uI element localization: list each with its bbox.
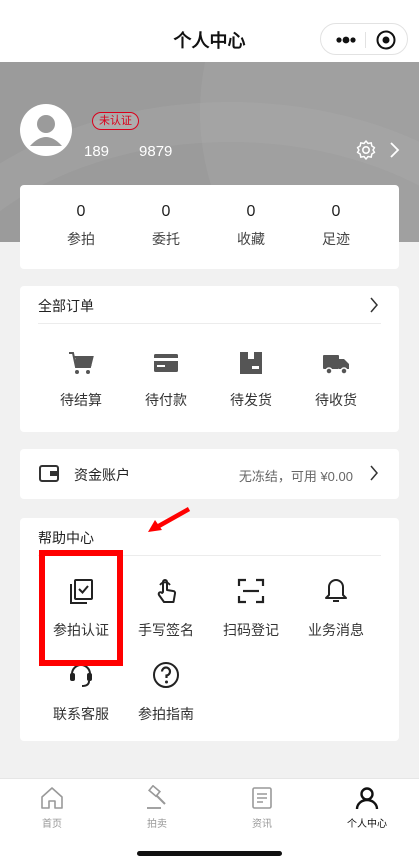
close-target-icon[interactable]	[375, 29, 397, 51]
tab-label: 首页	[42, 819, 62, 830]
order-label: 待收货	[315, 392, 357, 408]
order-pending-settlement[interactable]: 待结算	[41, 348, 121, 410]
order-label: 待发货	[230, 392, 272, 408]
order-label: 待付款	[145, 392, 187, 408]
help-item-bid-guide[interactable]: 参拍指南	[123, 660, 209, 724]
settings-gear-icon[interactable]	[355, 139, 377, 161]
stat-entrust[interactable]: 0 委托	[126, 203, 206, 249]
chevron-right-icon[interactable]	[388, 141, 400, 159]
help-item-label: 业务消息	[308, 622, 364, 638]
stat-value: 0	[76, 203, 86, 220]
stat-value: 0	[161, 203, 171, 220]
stat-label: 足迹	[322, 231, 350, 247]
help-item-customer-service[interactable]: 联系客服	[38, 660, 124, 724]
order-label: 待结算	[60, 392, 102, 408]
fund-account-row[interactable]: 资金账户 无冻结，可用 ¥0.00	[20, 449, 399, 499]
phone-number: 189 9879	[84, 143, 173, 160]
order-pending-shipment[interactable]: 待发货	[211, 348, 291, 410]
cart-icon	[69, 352, 94, 374]
help-item-business-messages[interactable]: 业务消息	[293, 576, 379, 640]
hand-sign-icon	[157, 579, 177, 603]
package-icon	[240, 352, 262, 374]
help-item-handwritten-signature[interactable]: 手写签名	[123, 576, 209, 640]
chevron-right-icon[interactable]	[369, 296, 379, 314]
annotation-highlight-box	[39, 550, 123, 666]
help-item-scan-register[interactable]: 扫码登记	[208, 576, 294, 640]
help-center-title: 帮助中心	[38, 530, 94, 546]
question-icon	[153, 662, 179, 688]
home-icon	[41, 787, 63, 809]
divider	[38, 323, 381, 324]
navigation-bar: 个人中心	[0, 0, 419, 62]
tab-profile[interactable]: 个人中心	[315, 785, 419, 830]
stat-label: 委托	[152, 231, 180, 247]
fund-balance-info: 无冻结，可用 ¥0.00	[238, 469, 353, 484]
card-icon	[154, 354, 178, 372]
stat-value: 0	[246, 203, 256, 220]
tab-label: 个人中心	[347, 819, 387, 830]
chevron-right-icon	[370, 465, 378, 481]
fund-account-label: 资金账户	[74, 467, 130, 483]
gavel-icon	[147, 785, 166, 809]
mini-program-capsule	[320, 23, 408, 55]
more-icon[interactable]	[331, 30, 361, 50]
tab-auction[interactable]: 拍卖	[105, 785, 209, 830]
stat-bids[interactable]: 0 参拍	[41, 203, 121, 249]
stat-value: 0	[331, 203, 341, 220]
user-icon	[355, 787, 379, 810]
stat-favorites[interactable]: 0 收藏	[211, 203, 291, 249]
wallet-icon	[39, 465, 59, 482]
tab-label: 拍卖	[147, 819, 167, 830]
stats-card: 0 参拍 0 委托 0 收藏 0 足迹	[20, 185, 399, 269]
tab-home[interactable]: 首页	[0, 785, 104, 830]
order-pending-payment[interactable]: 待付款	[126, 348, 206, 410]
order-pending-receipt[interactable]: 待收货	[296, 348, 376, 410]
avatar[interactable]	[20, 104, 72, 156]
capsule-divider	[365, 32, 366, 48]
tab-news[interactable]: 资讯	[210, 785, 314, 830]
truck-icon	[323, 355, 349, 375]
default-avatar-icon	[30, 115, 62, 146]
stat-label: 参拍	[67, 231, 95, 247]
news-icon	[252, 787, 272, 809]
annotation-arrow	[148, 507, 191, 532]
orders-title[interactable]: 全部订单	[38, 296, 94, 316]
bell-icon	[325, 579, 347, 602]
help-item-label: 手写签名	[138, 622, 194, 638]
help-item-label: 参拍指南	[138, 706, 194, 722]
orders-card: 全部订单 待结算 待付款 待发货 待收货	[20, 286, 399, 432]
help-item-label: 扫码登记	[223, 622, 279, 638]
tab-label: 资讯	[252, 819, 272, 830]
stat-history[interactable]: 0 足迹	[296, 203, 376, 249]
stat-label: 收藏	[237, 231, 265, 247]
scan-icon	[237, 578, 265, 604]
help-item-label: 联系客服	[53, 706, 109, 722]
verification-status-badge: 未认证	[92, 112, 139, 130]
home-indicator	[137, 851, 282, 856]
